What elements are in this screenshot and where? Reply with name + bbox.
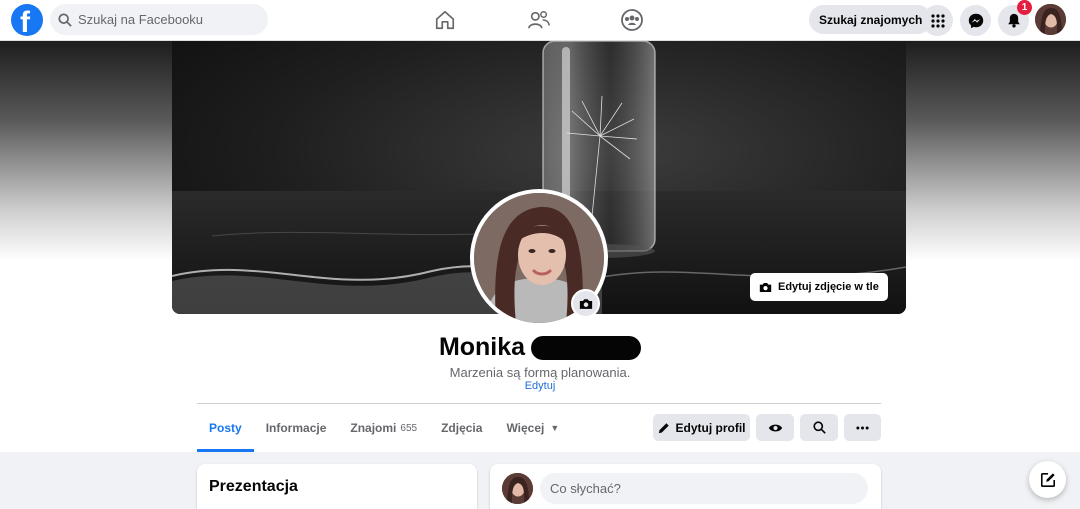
tab-about[interactable]: Informacje	[254, 404, 339, 452]
post-composer-card: Co słychać?	[490, 464, 881, 509]
ellipsis-icon	[856, 426, 869, 429]
edit-bio-link[interactable]: Edytuj	[0, 380, 1080, 392]
profile-first-name: Monika	[438, 333, 526, 361]
notification-badge: 1	[1017, 0, 1032, 15]
tab-friends[interactable]: Znajomi 655	[338, 404, 429, 452]
tab-label: Znajomi	[350, 421, 397, 435]
tab-more[interactable]: Więcej ▼	[494, 404, 571, 452]
tab-posts[interactable]: Posty	[197, 404, 254, 452]
edit-cover-photo-label: Edytuj zdjęcie w tle	[778, 281, 879, 293]
search-input[interactable]	[78, 12, 258, 27]
tab-photos[interactable]: Zdjęcia	[429, 404, 494, 452]
eye-icon	[768, 424, 782, 431]
pencil-icon	[658, 422, 669, 433]
intro-card: Prezentacja	[197, 464, 477, 509]
whats-on-your-mind-input[interactable]: Co słychać?	[540, 473, 868, 504]
friends-count: 655	[400, 422, 418, 434]
camera-icon	[579, 298, 592, 309]
edit-profile-button[interactable]: Edytuj profil	[653, 414, 750, 441]
more-options-button[interactable]	[844, 414, 881, 441]
find-friends-button[interactable]: Szukaj znajomych	[809, 5, 933, 34]
home-icon[interactable]	[431, 6, 459, 34]
facebook-logo-icon[interactable]: f	[11, 4, 43, 36]
camera-icon	[759, 282, 772, 292]
tab-label: Zdjęcia	[441, 421, 483, 435]
tab-label: Więcej	[506, 421, 545, 435]
caret-down-icon: ▼	[550, 423, 560, 433]
view-as-button[interactable]	[756, 414, 794, 441]
compose-icon	[1040, 472, 1055, 487]
top-navigation-bar: f Szukaj znajomych 1	[0, 0, 1080, 41]
account-avatar[interactable]	[1035, 4, 1066, 35]
profile-bio: Marzenia są formą planowania.	[449, 365, 631, 380]
new-message-button[interactable]	[1029, 461, 1066, 498]
profile-tabs: Posty Informacje Znajomi 655 Zdjęcia Więc…	[197, 404, 571, 452]
messenger-icon[interactable]	[960, 5, 991, 36]
edit-cover-photo-button[interactable]: Edytuj zdjęcie w tle	[750, 273, 888, 301]
friends-icon[interactable]	[525, 6, 553, 34]
composer-avatar[interactable]	[502, 473, 533, 504]
search-box[interactable]	[50, 4, 268, 35]
edit-profile-label: Edytuj profil	[675, 420, 746, 435]
tab-label: Informacje	[265, 421, 327, 435]
groups-icon[interactable]	[618, 6, 646, 34]
profile-name: Monika	[0, 333, 1080, 362]
update-profile-picture-button[interactable]	[571, 289, 600, 318]
search-icon	[812, 421, 826, 434]
tab-label: Posty	[209, 421, 242, 435]
menu-grid-icon[interactable]	[922, 5, 953, 36]
search-profile-button[interactable]	[800, 414, 838, 441]
redacted-surname	[531, 335, 642, 360]
search-icon	[58, 12, 72, 27]
intro-title: Prezentacja	[209, 478, 298, 495]
